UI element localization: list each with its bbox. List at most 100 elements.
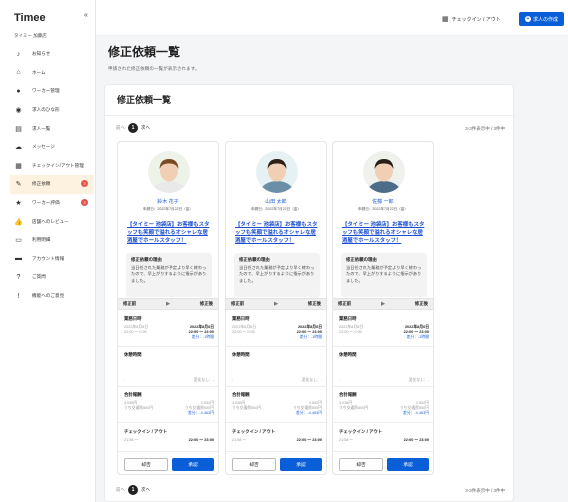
sidebar-item[interactable]: ▦ チェックイン/アウト管理 xyxy=(10,157,94,176)
sidebar-item[interactable]: ◉ 求人のひな形 xyxy=(10,101,94,120)
pager-current-page[interactable]: 1 xyxy=(128,123,138,133)
divider xyxy=(226,386,326,387)
work-date-section: 業務日時 2022年8月6日 22:00 〜 0:00 2022年8月6日 22… xyxy=(339,316,429,340)
divider xyxy=(333,346,433,347)
checkin-title: チェックイン / アウト xyxy=(339,429,383,434)
divider xyxy=(226,451,326,452)
pay-section: 合計報酬 3,036円 うち交通費500円 2,532円 うち交通費500円 差分… xyxy=(124,392,214,416)
break-after: 変化なし：- xyxy=(193,378,214,382)
work-date-before: 2022年8月6日 22:00 〜 0:00 xyxy=(339,325,364,334)
deny-button[interactable]: 却否 xyxy=(232,458,276,471)
sidebar-item[interactable]: ★ ワーカー評価 3 xyxy=(10,194,94,213)
sidebar-toggle-icon[interactable]: « xyxy=(84,12,88,19)
reason-text: 当日任された業務が予定より早く終わったので、早上がりするように指示がありました。 xyxy=(346,265,422,283)
sidebar-item-label: アカウント情報 xyxy=(32,255,65,261)
before-label: 修正前 xyxy=(338,301,352,306)
job-title-link[interactable]: 【タイミー 池袋店】お客様もスタッフも笑顔で溢れるオシャレな居酒屋でホールスタッ… xyxy=(127,222,213,245)
create-job-label: 求人の作成 xyxy=(532,16,558,23)
pager-prev[interactable]: 前へ xyxy=(116,487,125,493)
sidebar-item-label: ホーム xyxy=(32,69,46,75)
plus-circle-icon: + xyxy=(524,16,531,22)
approve-button[interactable]: 承認 xyxy=(387,458,429,471)
sidebar-item[interactable]: ♪ お知らせ xyxy=(10,45,94,64)
sidebar-item-label: 修正依頼 xyxy=(32,181,51,187)
job-icon: ◉ xyxy=(15,107,22,115)
revision-request-card: 山田 太郎 申請日：2022年7月22日（金） 【タイミー 池袋店】お客様もスタ… xyxy=(225,141,327,475)
list-icon: ▤ xyxy=(15,125,22,133)
divider xyxy=(118,346,218,347)
sidebar-item[interactable]: ▬ アカウント情報 xyxy=(10,250,94,269)
pagination-bottom: 前へ 1 次へ xyxy=(116,485,150,495)
help-icon: ? xyxy=(16,273,21,281)
sidebar-item[interactable]: ? ご質問 xyxy=(10,268,94,287)
work-date-title: 業務日時 xyxy=(339,316,357,321)
work-date-title: 業務日時 xyxy=(124,316,142,321)
pay-diff: 差分：-4,463円 xyxy=(296,411,322,415)
pay-section: 合計報酬 3,036円 うち交通費500円 2,532円 うち交通費500円 差分… xyxy=(339,392,429,416)
arrow-right-icon: ▶ xyxy=(381,301,385,307)
worker-name[interactable]: 山田 太郎 xyxy=(226,198,326,205)
break-section: 休憩時間 - 変化なし：- xyxy=(339,352,429,383)
sidebar-item-label: ご質問 xyxy=(32,274,46,280)
approve-button[interactable]: 承認 xyxy=(172,458,214,471)
job-title-link[interactable]: 【タイミー 池袋店】お客様もスタッフも笑顔で溢れるオシャレな居酒屋でホールスタッ… xyxy=(235,222,321,245)
pay-title: 合計報酬 xyxy=(124,392,142,397)
before-label: 修正前 xyxy=(123,301,137,306)
checkin-section: チェックイン / アウト 21:58 〜 22:00 〜 23:00 xyxy=(339,429,429,443)
reason-box: 修正依頼の理由 当日任された業務が予定より早く終わったので、早上がりするように指… xyxy=(126,253,212,297)
approve-button[interactable]: 承認 xyxy=(280,458,322,471)
sidebar-item-label: 利用明細 xyxy=(32,237,51,243)
revision-icon: ✎ xyxy=(15,181,22,189)
request-date: 申請日：2022年7月22日（金） xyxy=(251,207,301,211)
pager-current-page[interactable]: 1 xyxy=(128,485,138,495)
checkin-title: チェックイン / アウト xyxy=(124,429,168,434)
top-bar: ▦ チェックイン / アウト + 求人の作成 xyxy=(96,0,568,36)
deny-button[interactable]: 却否 xyxy=(124,458,168,471)
pay-before: 3,036円 うち交通費500円 xyxy=(232,401,262,410)
deny-button[interactable]: 却否 xyxy=(339,458,383,471)
worker-avatar[interactable] xyxy=(363,151,405,193)
worker-name[interactable]: 佐藤 一郎 xyxy=(333,198,433,205)
sidebar-item[interactable]: ▤ 求人一覧 xyxy=(10,119,94,138)
divider xyxy=(118,386,218,387)
worker-avatar[interactable] xyxy=(256,151,298,193)
reason-box: 修正依頼の理由 当日任された業務が予定より早く終わったので、早上がりするように指… xyxy=(341,253,427,297)
result-range: 3-3件表示中 / 3件中 xyxy=(465,488,505,493)
work-date-after: 2022年8月6日 22:00 〜 23:00 xyxy=(296,325,322,334)
sidebar-item[interactable]: ▭ 利用明細 xyxy=(10,231,94,250)
sidebar-item[interactable]: 👍 店舗へのレビュー xyxy=(10,212,94,231)
page-title: 修正依頼一覧 xyxy=(108,45,181,59)
worker-avatar[interactable] xyxy=(148,151,190,193)
message-icon: ☁ xyxy=(15,144,22,152)
sidebar-item[interactable]: ✎ 修正依頼 3 xyxy=(10,175,94,194)
work-date-diff: 差分：-1時間 xyxy=(191,335,214,339)
app-logo[interactable]: Timee xyxy=(14,12,46,24)
sidebar-item[interactable]: ● ワーカー管理 xyxy=(10,82,94,101)
sidebar-item[interactable]: ! 機能へのご意見 xyxy=(10,287,94,306)
job-title-link[interactable]: 【タイミー 池袋店】お客様もスタッフも笑顔で溢れるオシャレな居酒屋でホールスタッ… xyxy=(342,222,428,245)
pager-next[interactable]: 次へ xyxy=(141,487,150,493)
checkin-link[interactable]: ▦ チェックイン / アウト xyxy=(442,15,501,23)
worker-name[interactable]: 鈴木 花子 xyxy=(118,198,218,205)
sidebar-item[interactable]: ⌂ ホーム xyxy=(10,64,94,83)
checkin-after: 22:00 〜 23:00 xyxy=(296,438,322,442)
sidebar-item[interactable]: ☁ メッセージ xyxy=(10,138,94,157)
document-icon: ▭ xyxy=(15,237,22,245)
before-label: 修正前 xyxy=(231,301,245,306)
sidebar-item-label: 求人のひな形 xyxy=(32,107,60,113)
pager-prev[interactable]: 前へ xyxy=(116,125,125,131)
checkin-before: 21:58 〜 xyxy=(124,438,139,442)
pager-next[interactable]: 次へ xyxy=(141,125,150,131)
reason-text: 当日任された業務が予定より早く終わったので、早上がりするように指示がありました。 xyxy=(131,265,207,283)
work-date-section: 業務日時 2022年8月6日 22:00 〜 0:00 2022年8月6日 22… xyxy=(124,316,214,340)
pay-after: 2,532円 うち交通費500円 xyxy=(184,401,214,410)
before-after-header: 修正前 ▶ 修正後 xyxy=(333,298,433,310)
before-after-header: 修正前 ▶ 修正後 xyxy=(118,298,218,310)
pay-title: 合計報酬 xyxy=(339,392,357,397)
break-before: - xyxy=(232,378,234,382)
action-buttons: 却否 承認 xyxy=(339,458,429,471)
create-job-button[interactable]: + 求人の作成 xyxy=(519,12,564,26)
reason-title: 修正依頼の理由 xyxy=(131,257,162,262)
qr-code-icon: ▦ xyxy=(442,16,449,23)
company-name: タイミー 加藤店 xyxy=(14,33,47,38)
